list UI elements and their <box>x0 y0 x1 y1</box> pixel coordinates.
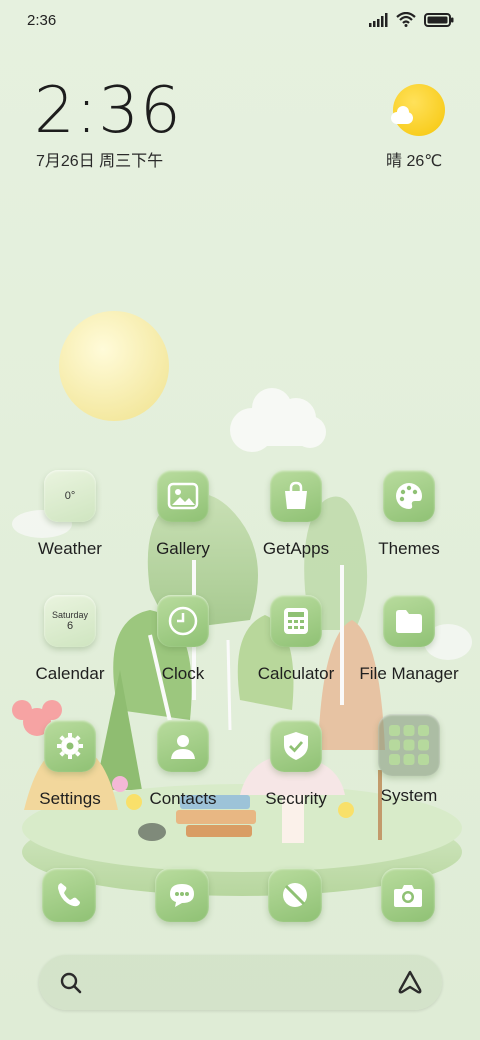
clock-widget-time[interactable]: 2:36 <box>34 74 182 148</box>
shopping-bag-icon <box>270 470 322 522</box>
app-label: Contacts <box>149 789 217 808</box>
app-label: Security <box>265 789 327 808</box>
app-label: File Manager <box>359 664 459 683</box>
dock-camera-button[interactable] <box>381 868 435 922</box>
app-label: Clock <box>161 664 205 683</box>
app-calculator[interactable]: Calculator <box>241 595 351 684</box>
weather-temp: 0° <box>64 490 76 502</box>
app-settings[interactable]: Settings <box>15 720 125 809</box>
app-label: Calendar <box>35 664 105 683</box>
app-label: System <box>380 786 438 805</box>
app-label: Gallery <box>156 539 210 558</box>
app-label: GetApps <box>262 539 330 558</box>
gear-icon <box>44 720 96 772</box>
app-contacts[interactable]: Contacts <box>128 720 238 809</box>
dock-messages-button[interactable] <box>155 868 209 922</box>
app-label: Settings <box>39 789 101 808</box>
app-getapps[interactable]: GetApps <box>241 470 351 559</box>
search-icon[interactable] <box>59 971 83 995</box>
app-file-manager[interactable]: File Manager <box>354 595 464 684</box>
camera-icon <box>394 885 422 907</box>
app-system-folder[interactable]: System <box>354 714 464 806</box>
shield-icon <box>270 720 322 772</box>
cloud-shape <box>230 388 326 452</box>
dock-phone-button[interactable] <box>42 868 96 922</box>
app-themes[interactable]: Themes <box>354 470 464 559</box>
app-label: Weather <box>38 539 102 558</box>
app-label: Themes <box>378 539 440 558</box>
phone-icon <box>58 883 80 907</box>
weather-widget-text: 晴 26℃ <box>386 153 443 170</box>
palette-icon <box>383 470 435 522</box>
weather-widget-icon: 0° <box>44 470 96 522</box>
calculator-icon <box>270 595 322 647</box>
signal-icon <box>369 12 388 27</box>
messages-icon <box>170 884 194 907</box>
app-security[interactable]: Security <box>241 720 351 809</box>
browser-icon <box>283 883 307 907</box>
search-bar[interactable] <box>39 955 442 1010</box>
clock-icon <box>157 595 209 647</box>
clock-widget-date: 7月26日 周三下午 <box>36 153 164 170</box>
status-time: 2:36 <box>27 12 57 29</box>
system-folder-icon <box>378 714 440 776</box>
moon-shape <box>59 311 169 421</box>
app-clock[interactable]: Clock <box>128 595 238 684</box>
app-label: Calculator <box>257 664 335 683</box>
calendar-icon: Saturday 6 <box>44 595 96 647</box>
battery-icon <box>424 12 454 27</box>
app-gallery[interactable]: Gallery <box>128 470 238 559</box>
dock-browser-button[interactable] <box>268 868 322 922</box>
weather-sun-icon[interactable] <box>391 84 445 136</box>
app-calendar[interactable]: Saturday 6 Calendar <box>15 595 125 684</box>
wifi-icon <box>396 12 416 27</box>
folder-icon <box>383 595 435 647</box>
calendar-day: 6 <box>66 620 74 632</box>
assistant-icon[interactable] <box>396 969 424 995</box>
contact-icon <box>157 720 209 772</box>
status-icons <box>368 12 454 27</box>
calendar-weekday: Saturday <box>51 610 89 620</box>
gallery-icon <box>157 470 209 522</box>
app-weather[interactable]: 0° Weather <box>15 470 125 559</box>
